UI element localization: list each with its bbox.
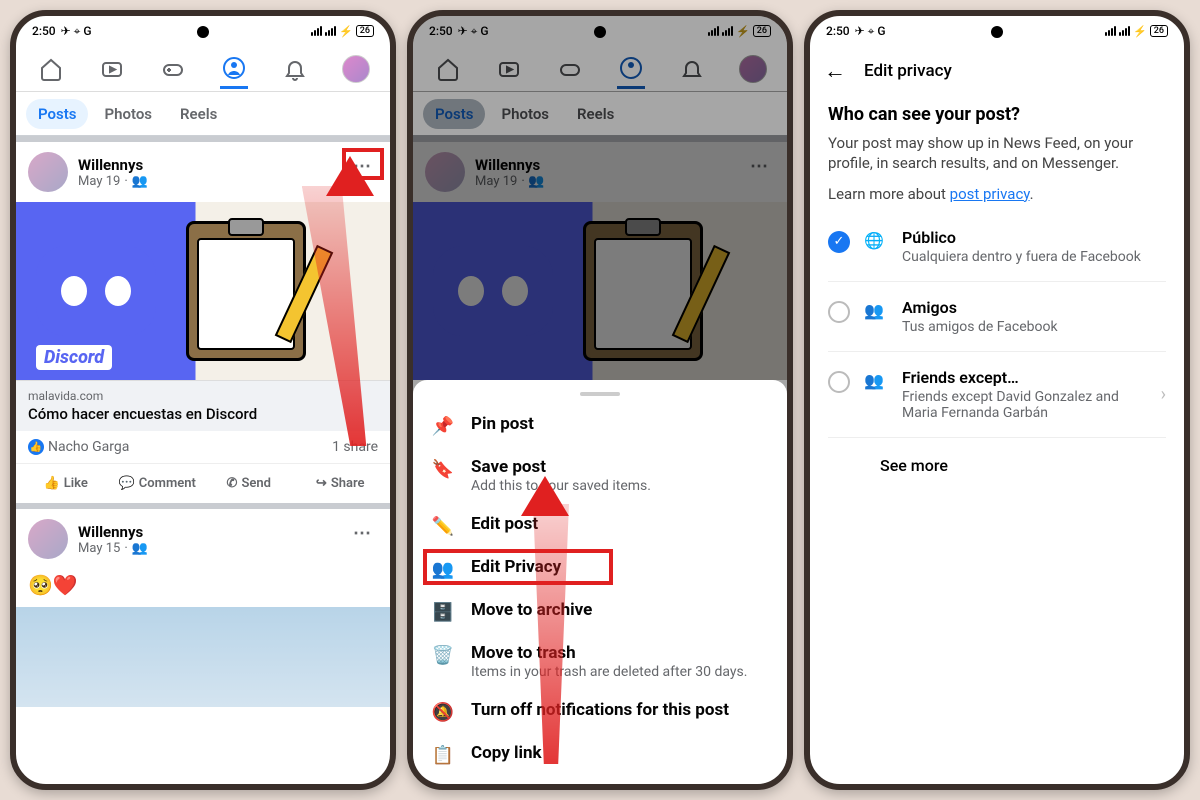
privacy-description: Your post may show up in News Feed, on y…	[828, 133, 1166, 174]
actions-bar: 👍Like 💬Comment ✆Send ↪Share	[16, 464, 390, 503]
like-icon: 👍	[28, 439, 44, 455]
avatar[interactable]	[28, 519, 68, 559]
link-preview[interactable]: malavida.com Cómo hacer encuestas en Dis…	[16, 380, 390, 431]
share-button[interactable]: ↪Share	[295, 470, 387, 497]
top-nav	[16, 46, 390, 92]
avatar[interactable]	[28, 152, 68, 192]
privacy-option-friends[interactable]: 👥 AmigosTus amigos de Facebook	[810, 282, 1184, 351]
action-sheet: 📌Pin post 🔖Save postAdd this to your sav…	[413, 380, 787, 784]
send-button[interactable]: ✆Send	[203, 470, 295, 497]
phone-screen-1: 2:50 ✈ ⌖ G ⚡ 26 Posts Photos Reels Willen…	[10, 10, 396, 790]
bell-off-icon: 🔕	[431, 700, 455, 723]
back-button[interactable]: ←	[824, 58, 846, 84]
post-header: Willennys May 15 · 👥 ⋯	[16, 509, 390, 569]
post-privacy-link[interactable]: post privacy	[950, 185, 1030, 203]
status-time: 2:50	[32, 24, 56, 38]
page-title: Edit privacy	[864, 61, 952, 81]
discord-label: Discord	[36, 345, 112, 370]
profile-tabs: Posts Photos Reels	[16, 92, 390, 136]
post-meta: May 15 · 👥	[78, 541, 148, 556]
comment-button[interactable]: 💬Comment	[112, 470, 204, 497]
link-domain: malavida.com	[28, 389, 378, 403]
privacy-option-public[interactable]: ✓ 🌐 PúblicoCualquiera dentro y fuera de …	[810, 212, 1184, 281]
post-card: Willennys May 15 · 👥 ⋯ 🥺❤️	[16, 503, 390, 707]
post-image[interactable]	[16, 607, 390, 707]
status-bar: 2:50 ✈ ⌖ G ⚡ 26	[16, 16, 390, 46]
whatsapp-icon: ✆	[227, 476, 238, 491]
discord-logo	[36, 246, 156, 336]
status-bar: 2:50✈ ⌖ G ⚡26	[810, 16, 1184, 46]
notifications-item[interactable]: 🔕Turn off notifications for this post	[413, 690, 787, 733]
tab-reels[interactable]: Reels	[168, 99, 229, 129]
trash-icon: 🗑️	[431, 643, 455, 666]
wifi-icon: ⚡	[339, 25, 353, 38]
tab-posts[interactable]: Posts	[26, 99, 88, 129]
copy-link-item[interactable]: 📋Copy link	[413, 733, 787, 776]
notifications-icon[interactable]	[281, 55, 309, 83]
edit-privacy-item[interactable]: 👥Edit Privacy	[413, 547, 787, 590]
privacy-question: Who can see your post?	[828, 104, 1166, 125]
home-icon[interactable]	[37, 55, 65, 83]
globe-icon: 🌐	[864, 231, 888, 250]
privacy-option-friends-except[interactable]: 👥 Friends except…Friends except David Go…	[810, 352, 1184, 437]
friends-icon: 👥	[132, 174, 148, 189]
thumbs-up-icon: 👍	[44, 476, 60, 491]
radio-unchecked[interactable]	[828, 371, 850, 393]
trash-item[interactable]: 🗑️Move to trashItems in your trash are d…	[413, 633, 787, 690]
radio-checked[interactable]: ✓	[828, 231, 850, 253]
watch-icon[interactable]	[98, 55, 126, 83]
tutorial-highlight	[423, 549, 613, 585]
friends-icon: 👥	[132, 541, 148, 556]
pin-icon: 📌	[431, 414, 455, 437]
page-header: ← Edit privacy	[810, 46, 1184, 96]
pencil-icon: ✏️	[431, 514, 455, 537]
phone-screen-3: 2:50✈ ⌖ G ⚡26 ← Edit privacy Who can see…	[804, 10, 1190, 790]
learn-more: Learn more about post privacy.	[828, 184, 1166, 204]
edit-post-item[interactable]: ✏️Edit post	[413, 504, 787, 547]
signal-icon	[325, 26, 336, 36]
reactions-bar: 👍Nacho Garga 1 share	[16, 431, 390, 464]
pin-post-item[interactable]: 📌Pin post	[413, 404, 787, 447]
status-icons-left: ✈ ⌖ G	[61, 24, 92, 39]
archive-item[interactable]: 🗄️Move to archive	[413, 590, 787, 633]
signal-icon	[311, 26, 322, 36]
comment-icon: 💬	[119, 476, 135, 491]
see-more-button[interactable]: See more	[810, 438, 1184, 493]
post-user[interactable]: Willennys	[78, 523, 148, 541]
arrow-head	[521, 476, 569, 516]
menu-avatar[interactable]	[342, 55, 370, 83]
post-text: 🥺❤️	[16, 569, 390, 607]
clipboard-graphic	[186, 221, 306, 361]
friends-except-icon: 👥	[864, 371, 888, 390]
post-more-button[interactable]: ⋯	[346, 521, 378, 545]
chevron-right-icon: ›	[1161, 384, 1166, 405]
link-title: Cómo hacer encuestas en Discord	[28, 405, 378, 423]
share-icon: ↪	[316, 476, 327, 491]
post-meta: May 19 · 👥	[78, 174, 148, 189]
archive-icon: 🗄️	[431, 600, 455, 623]
gaming-icon[interactable]	[159, 55, 187, 83]
phone-screen-2: 2:50✈ ⌖ G ⚡26 Posts Photos Reels Willenn…	[407, 10, 793, 790]
profile-icon[interactable]	[220, 61, 248, 89]
battery-indicator: 26	[356, 25, 374, 37]
sheet-handle[interactable]	[580, 392, 620, 396]
post-user[interactable]: Willennys	[78, 156, 148, 174]
copy-icon: 📋	[431, 743, 455, 766]
reactor-name[interactable]: Nacho Garga	[48, 439, 129, 455]
friends-icon: 👥	[864, 301, 888, 320]
bookmark-icon: 🔖	[431, 457, 455, 480]
privacy-intro: Who can see your post? Your post may sho…	[810, 96, 1184, 212]
save-post-item[interactable]: 🔖Save postAdd this to your saved items.	[413, 447, 787, 504]
tab-photos[interactable]: Photos	[92, 99, 164, 129]
like-button[interactable]: 👍Like	[20, 470, 112, 497]
arrow-head	[326, 156, 374, 196]
radio-unchecked[interactable]	[828, 301, 850, 323]
